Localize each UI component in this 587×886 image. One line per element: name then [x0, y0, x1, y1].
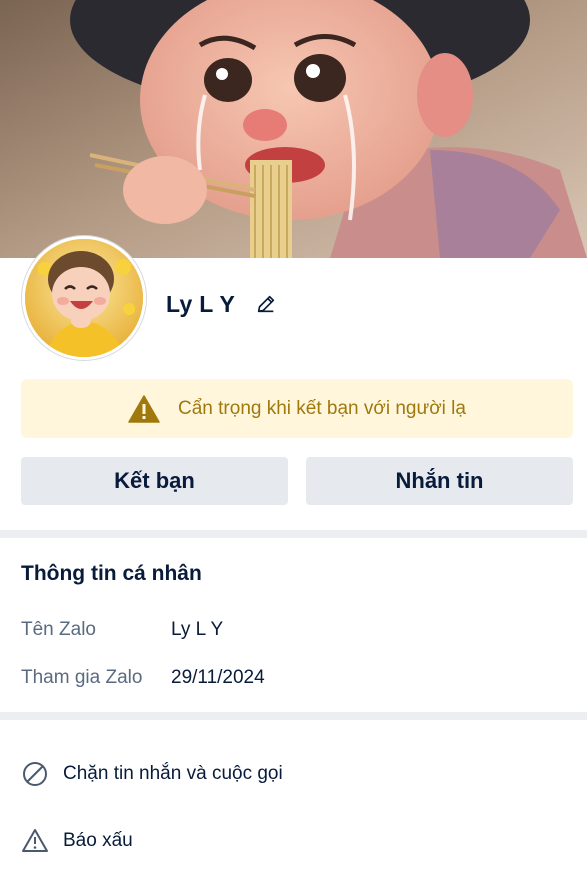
divider [0, 712, 587, 720]
name-row: Ly L Y [166, 286, 277, 322]
info-row-join-date: Tham gia Zalo 29/11/2024 [21, 665, 265, 691]
info-value: 29/11/2024 [171, 667, 265, 688]
action-label: Chặn tin nhắn và cuộc gọi [63, 763, 283, 784]
divider [0, 530, 587, 538]
add-friend-button[interactable]: Kết bạn [21, 457, 288, 505]
send-message-button[interactable]: Nhắn tin [306, 457, 573, 505]
cover-illustration [0, 0, 587, 258]
stranger-warning-banner: Cẩn trọng khi kết bạn với người lạ [21, 379, 573, 438]
info-label: Tham gia Zalo [21, 667, 143, 688]
warning-text: Cẩn trọng khi kết bạn với người lạ [178, 397, 466, 419]
info-value: Ly L Y [171, 619, 224, 640]
display-name: Ly L Y [166, 290, 236, 317]
report-action[interactable]: Báo xấu [21, 826, 133, 856]
avatar[interactable] [22, 236, 146, 360]
warning-icon [128, 394, 160, 423]
personal-info-title: Thông tin cá nhân [21, 562, 202, 585]
block-icon [21, 760, 49, 788]
info-label: Tên Zalo [21, 619, 96, 640]
report-icon [21, 827, 49, 855]
avatar-illustration [25, 239, 143, 357]
edit-pencil-icon[interactable] [255, 293, 277, 315]
info-row-zalo-name: Tên Zalo Ly L Y [21, 617, 223, 643]
cover-photo[interactable] [0, 0, 587, 258]
action-label: Báo xấu [63, 830, 133, 851]
block-messages-calls-action[interactable]: Chặn tin nhắn và cuộc gọi [21, 759, 283, 789]
